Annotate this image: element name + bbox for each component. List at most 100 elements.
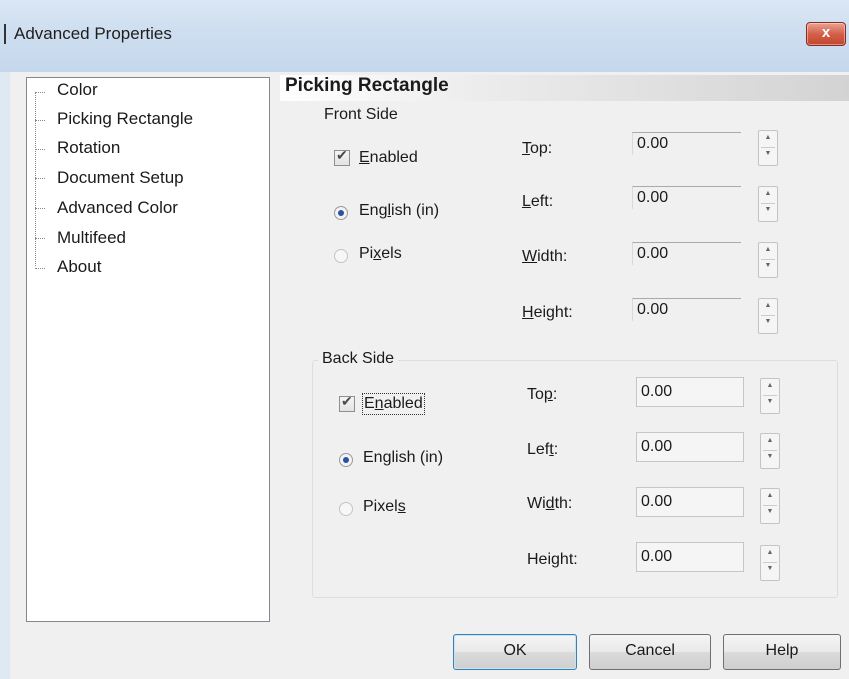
tree-item-label: Document Setup <box>57 168 184 187</box>
front-top-label: Top: <box>522 140 552 158</box>
spin-up-icon[interactable]: ▲ <box>759 190 777 197</box>
front-english-radio[interactable] <box>334 206 348 220</box>
spin-divider <box>761 147 775 148</box>
label-part: Pi <box>359 245 374 262</box>
front-width-spinner[interactable]: ▲ ▼ <box>758 242 778 278</box>
tree-item-rotation[interactable]: Rotation <box>35 138 120 158</box>
spin-divider <box>763 562 777 563</box>
spin-down-icon[interactable]: ▼ <box>761 565 779 572</box>
spin-up-icon[interactable]: ▲ <box>761 382 779 389</box>
label-part: Eng <box>359 202 388 219</box>
back-top-label: Top: <box>527 386 557 404</box>
front-left-label: Left: <box>522 193 553 211</box>
front-enabled-label: Enabled <box>359 149 418 167</box>
spin-down-icon[interactable]: ▼ <box>759 150 777 157</box>
spin-up-icon[interactable]: ▲ <box>761 437 779 444</box>
tree-item-label: Color <box>57 80 98 99</box>
settings-tree: Color Picking Rectangle Rotation Documen… <box>26 77 270 622</box>
tree-item-document-setup[interactable]: Document Setup <box>35 168 184 188</box>
front-height-field[interactable]: 0.00 <box>632 298 741 321</box>
mnemonic: d <box>545 495 555 512</box>
spin-up-icon[interactable]: ▲ <box>761 549 779 556</box>
back-left-spinner[interactable]: ▲ ▼ <box>760 433 780 469</box>
mnemonic: H <box>522 304 534 321</box>
title-edge <box>4 24 6 44</box>
label-part: Lef <box>527 441 550 458</box>
tree-item-multifeed[interactable]: Multifeed <box>35 228 126 248</box>
back-enabled-label: Enabled <box>362 393 425 415</box>
label-part: : <box>553 441 559 458</box>
mnemonic: E <box>359 149 370 166</box>
front-height-spinner[interactable]: ▲ ▼ <box>758 298 778 334</box>
back-height-spinner[interactable]: ▲ ▼ <box>760 545 780 581</box>
spin-divider <box>761 259 775 260</box>
back-height-field[interactable]: 0.00 <box>636 542 744 572</box>
tree-item-label: Picking Rectangle <box>57 109 194 128</box>
label-part: nabled <box>369 149 418 166</box>
front-top-field[interactable]: 0.00 <box>632 132 741 155</box>
front-left-field[interactable]: 0.00 <box>632 186 741 209</box>
spin-down-icon[interactable]: ▼ <box>759 262 777 269</box>
front-left-spinner[interactable]: ▲ ▼ <box>758 186 778 222</box>
label-part: ht: <box>559 551 578 568</box>
back-width-field[interactable]: 0.00 <box>636 487 744 517</box>
back-height-label: Height: <box>527 551 578 569</box>
back-side-label: Back Side <box>318 350 399 368</box>
help-button[interactable]: Help <box>723 634 841 670</box>
label-part: Wi <box>527 495 546 512</box>
front-width-field[interactable]: 0.00 <box>632 242 741 265</box>
front-width-label: Width: <box>522 248 567 266</box>
close-button[interactable]: x <box>806 22 846 46</box>
spin-down-icon[interactable]: ▼ <box>759 318 777 325</box>
spin-divider <box>761 203 775 204</box>
back-width-label: Width: <box>527 495 572 513</box>
spin-up-icon[interactable]: ▲ <box>759 246 777 253</box>
label-part: els <box>381 245 402 262</box>
label-part: ish (in) <box>391 202 440 219</box>
label-part: E <box>364 395 375 412</box>
spin-up-icon[interactable]: ▲ <box>761 492 779 499</box>
spin-down-icon[interactable]: ▼ <box>761 508 779 515</box>
label-part: To <box>527 386 544 403</box>
label-part: : <box>552 386 558 403</box>
tree-item-label: Rotation <box>57 138 121 157</box>
tree-item-picking-rectangle[interactable]: Picking Rectangle <box>35 109 193 129</box>
mnemonic: L <box>522 193 531 210</box>
tree-item-label: Advanced Color <box>57 198 178 217</box>
label-part: Hei <box>527 551 552 568</box>
tree-item-label: About <box>57 257 102 276</box>
tree-item-about[interactable]: About <box>35 257 101 277</box>
spin-divider <box>761 315 775 316</box>
spin-down-icon[interactable]: ▼ <box>761 453 779 460</box>
spin-up-icon[interactable]: ▲ <box>759 302 777 309</box>
ok-button[interactable]: OK <box>453 634 577 670</box>
title-bar: Advanced Properties x <box>0 0 849 72</box>
cancel-button[interactable]: Cancel <box>589 634 711 670</box>
panel-title: Picking Rectangle <box>285 75 449 96</box>
spin-down-icon[interactable]: ▼ <box>759 206 777 213</box>
front-english-label: English (in) <box>359 202 439 220</box>
label-part: idth: <box>537 248 568 265</box>
back-top-field[interactable]: 0.00 <box>636 377 744 407</box>
tree-item-color[interactable]: Color <box>35 80 98 100</box>
spin-down-icon[interactable]: ▼ <box>761 398 779 405</box>
front-pixels-radio[interactable] <box>334 249 348 263</box>
mnemonic: W <box>522 248 538 265</box>
back-pixels-radio[interactable] <box>339 502 353 516</box>
back-english-label: English (in) <box>363 449 443 467</box>
close-icon: x <box>821 24 831 41</box>
back-left-field[interactable]: 0.00 <box>636 432 744 462</box>
back-width-spinner[interactable]: ▲ ▼ <box>760 488 780 524</box>
front-pixels-label: Pixels <box>359 245 402 263</box>
check-icon: ✔ <box>336 147 348 163</box>
spin-divider <box>763 395 777 396</box>
tree-item-advanced-color[interactable]: Advanced Color <box>35 198 178 218</box>
front-top-spinner[interactable]: ▲ ▼ <box>758 130 778 166</box>
back-top-spinner[interactable]: ▲ ▼ <box>760 378 780 414</box>
back-enabled-checkbox[interactable]: ✔ <box>339 393 355 412</box>
spin-up-icon[interactable]: ▲ <box>759 134 777 141</box>
front-enabled-checkbox[interactable]: ✔ <box>334 147 350 166</box>
back-english-radio[interactable] <box>339 453 353 467</box>
label-part: op: <box>530 140 553 157</box>
mnemonic: p <box>543 386 553 403</box>
